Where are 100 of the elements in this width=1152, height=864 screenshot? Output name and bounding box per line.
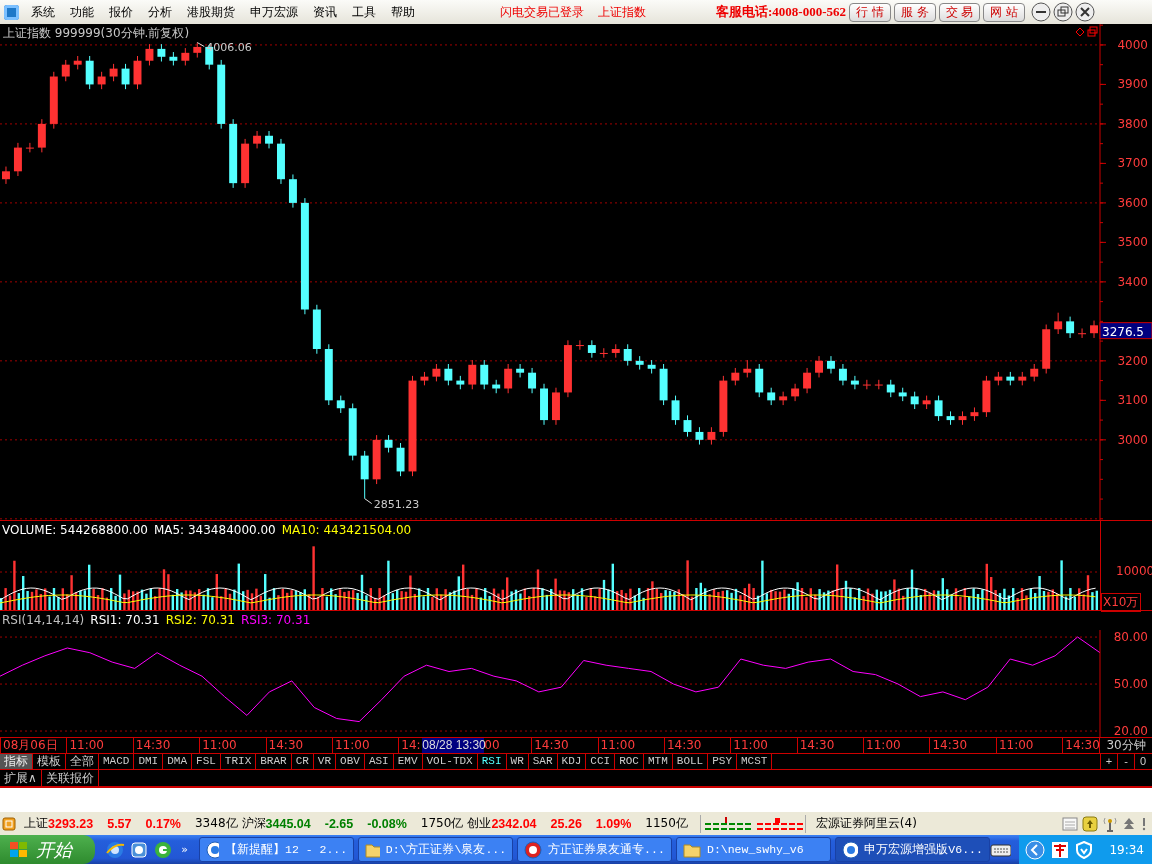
candle	[874, 379, 883, 390]
close-icon[interactable]	[1075, 2, 1096, 22]
axis-label: 3900	[1117, 77, 1148, 92]
index-change: 5.57	[107, 816, 132, 831]
time-label: 11:00	[863, 738, 930, 753]
leader-line	[196, 42, 205, 48]
candle	[898, 387, 907, 402]
time-label: 11:00	[331, 738, 399, 753]
candle	[731, 367, 740, 386]
candle	[432, 363, 441, 382]
candle	[360, 450, 369, 500]
axis-label: 3800	[1117, 116, 1148, 131]
taskbar-button[interactable]: D:\new_swhy_v6	[676, 837, 831, 862]
axis-label: 50.00	[1113, 677, 1148, 692]
nav-button[interactable]: 网 站	[983, 2, 1026, 22]
antenna-icon[interactable]	[1102, 815, 1118, 832]
candle	[348, 403, 357, 461]
axis-label: 4000	[1117, 37, 1148, 52]
candle	[683, 414, 692, 438]
menu-item[interactable]: 功能	[70, 3, 94, 21]
notice-link[interactable]: 上证指数	[598, 3, 646, 21]
start-button[interactable]: 开始	[0, 835, 96, 864]
taskbar-button[interactable]: 方正证券泉友通专...	[517, 837, 672, 862]
candle	[396, 442, 405, 477]
time-label: 11:00	[66, 738, 133, 753]
notice-link[interactable]: 闪电交易已登录	[500, 3, 584, 21]
time-label: 11:00	[730, 738, 797, 753]
upload-icon[interactable]	[1082, 815, 1098, 832]
index-name: 沪深	[241, 815, 266, 832]
index-change: 25.26	[550, 816, 582, 831]
candle	[695, 426, 704, 446]
candle	[49, 71, 58, 130]
shield-icon[interactable]	[1075, 840, 1094, 859]
axis-label: 3200	[1117, 353, 1148, 368]
candle	[599, 347, 608, 359]
candle	[372, 434, 381, 485]
current-price-marker: 3276.5	[1099, 322, 1152, 340]
server-name: 宏源证券阿里云(4)	[815, 815, 917, 832]
axis-label: 80.00	[1113, 630, 1148, 645]
browser-icon[interactable]	[105, 839, 126, 860]
candle	[277, 138, 285, 185]
taskbar-button[interactable]: 【新提醒】12 - 2...	[199, 837, 355, 862]
index-name: 创业	[467, 815, 492, 832]
menu-item[interactable]: 申万宏源	[250, 3, 298, 21]
keyboard-icon[interactable]	[989, 841, 1012, 858]
candle	[552, 387, 560, 426]
quote-icon[interactable]	[2, 816, 16, 831]
candle	[37, 118, 46, 153]
browser-icon[interactable]	[153, 839, 174, 860]
windows-logo-icon	[8, 839, 30, 860]
app-icon[interactable]	[129, 839, 150, 860]
nav-button[interactable]: 服 务	[893, 2, 936, 22]
taskbar-button[interactable]: D:\方正证券\泉友...	[358, 837, 514, 862]
menu-item[interactable]: 系统	[31, 3, 55, 21]
window-icon	[524, 840, 543, 859]
candle	[767, 387, 776, 406]
candle	[121, 63, 130, 90]
restore-icon[interactable]	[1053, 2, 1074, 22]
nav-button[interactable]: 交 易	[938, 2, 981, 22]
unit-label: X10万	[1101, 593, 1141, 612]
time-label: 14:30	[663, 738, 731, 753]
menu-item[interactable]: 工具	[352, 3, 376, 21]
menu-item[interactable]: 资讯	[313, 3, 337, 21]
candle	[229, 118, 238, 189]
candle	[611, 343, 620, 359]
candle	[659, 363, 668, 406]
legend-text: RSI2: 70.31	[165, 613, 235, 629]
taskbar-button[interactable]: 申万宏源增强版V6...	[834, 837, 990, 862]
menu-item[interactable]: 帮助	[391, 3, 415, 21]
period-button[interactable]: 30分钟	[1099, 738, 1152, 753]
candle	[958, 410, 967, 426]
time-label: 11:00	[597, 738, 664, 753]
window-icon	[841, 840, 859, 859]
candle	[719, 375, 728, 438]
candle	[755, 363, 764, 398]
candle	[1090, 320, 1098, 339]
index-percent: -0.08%	[367, 816, 407, 831]
candle	[827, 355, 835, 374]
pin-icon[interactable]	[1140, 815, 1148, 832]
window-toggle-icon[interactable]	[1087, 26, 1098, 37]
menu-item[interactable]: 港股期货	[187, 3, 235, 21]
flag-icon[interactable]	[1051, 840, 1070, 859]
legend-text: MA5: 343484000.00	[153, 523, 276, 539]
candle	[312, 304, 321, 355]
menu-item[interactable]: 分析	[148, 3, 172, 21]
candle	[934, 395, 943, 422]
candle	[815, 355, 823, 378]
indicator-tab[interactable]: 指标	[0, 754, 33, 769]
candle	[1066, 316, 1075, 339]
diamond-icon[interactable]	[1075, 27, 1085, 37]
minimize-icon[interactable]	[1031, 2, 1052, 22]
index-value: 3445.04	[265, 816, 311, 831]
candle	[540, 383, 548, 426]
more-button[interactable]: »	[181, 843, 188, 856]
nav-button[interactable]: 行 情	[849, 2, 891, 22]
time-label: 14:30	[265, 738, 332, 753]
time-label: 11:00	[199, 738, 266, 753]
menu-item[interactable]: 报价	[109, 3, 133, 21]
candle	[133, 55, 142, 90]
candle	[324, 343, 333, 406]
